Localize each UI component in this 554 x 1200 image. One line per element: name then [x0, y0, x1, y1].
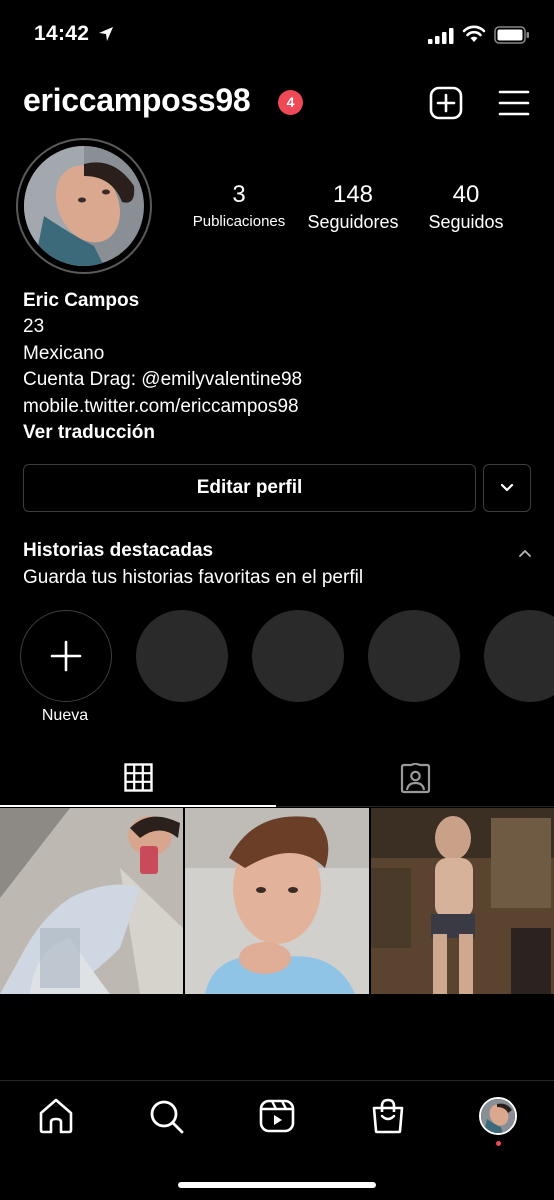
grid-icon — [124, 763, 153, 792]
tab-tagged[interactable] — [276, 750, 554, 808]
stat-label: Seguidores — [307, 212, 399, 232]
highlights-subtitle: Guarda tus historias favoritas en el per… — [23, 567, 364, 588]
stat-value: 3 — [232, 181, 246, 208]
post-image — [371, 808, 554, 994]
plus-icon — [50, 640, 82, 672]
bio-name: Eric Campos — [23, 290, 140, 311]
profile-avatar-ring[interactable] — [16, 138, 152, 274]
menu-icon[interactable] — [498, 88, 530, 118]
battery-icon — [494, 26, 529, 44]
active-tab-indicator — [0, 805, 276, 807]
tab-divider — [276, 806, 554, 807]
post-thumbnail[interactable] — [371, 808, 554, 994]
chevron-up-icon[interactable] — [516, 544, 534, 562]
activity-dot — [496, 1141, 501, 1146]
stat-label: Publicaciones — [192, 213, 286, 230]
highlight-placeholder — [484, 610, 554, 702]
post-image — [185, 808, 369, 994]
highlight-placeholder — [252, 610, 344, 702]
profile-bio: Eric Campos 23 Mexicano Cuenta Drag: @em… — [23, 288, 533, 446]
highlight-placeholder — [136, 610, 228, 702]
profile-avatar — [24, 146, 144, 266]
profile-header: ericcamposs98 4 — [0, 82, 554, 126]
suggested-dropdown-button[interactable] — [483, 464, 531, 512]
post-thumbnail[interactable] — [185, 808, 369, 994]
username-title[interactable]: ericcamposs98 — [23, 82, 251, 119]
bio-line-drag-account[interactable]: Cuenta Drag: @emilyvalentine98 — [23, 367, 533, 393]
search-icon[interactable] — [146, 1096, 186, 1136]
location-arrow-icon — [99, 27, 113, 41]
see-translation-link[interactable]: Ver traducción — [23, 420, 533, 446]
bio-line: 23 — [23, 316, 45, 338]
stat-label: Seguidos — [428, 212, 504, 232]
shop-icon[interactable] — [368, 1096, 408, 1136]
home-indicator — [178, 1182, 376, 1188]
highlights-title: Historias destacadas — [23, 540, 214, 561]
create-post-icon[interactable] — [429, 86, 463, 120]
new-highlight-button[interactable] — [20, 610, 112, 702]
chevron-down-icon — [500, 483, 514, 492]
tab-posts-grid[interactable] — [0, 750, 276, 808]
status-bar: 14:42 — [0, 0, 554, 70]
nav-profile-avatar[interactable] — [479, 1097, 517, 1135]
stat-seguidores[interactable]: 148 Seguidores — [298, 180, 408, 234]
wifi-icon — [462, 25, 486, 42]
stat-publicaciones[interactable]: 3 Publicaciones — [186, 180, 292, 234]
home-icon[interactable] — [36, 1096, 76, 1136]
reels-icon[interactable] — [257, 1096, 297, 1136]
highlight-placeholder — [368, 610, 460, 702]
stat-value: 40 — [452, 181, 480, 208]
notification-badge: 4 — [278, 90, 303, 115]
post-image — [0, 808, 183, 994]
edit-profile-button[interactable]: Editar perfil — [23, 464, 476, 512]
bio-line: Mexicano — [23, 342, 105, 364]
tagged-user-icon — [400, 763, 431, 794]
signal-icon — [428, 28, 454, 44]
bio-link[interactable]: mobile.twitter.com/ericcampos98 — [23, 394, 533, 420]
stat-seguidos[interactable]: 40 Seguidos — [418, 180, 514, 234]
post-thumbnail[interactable] — [0, 808, 183, 994]
stat-value: 148 — [332, 181, 374, 208]
new-highlight-label: Nueva — [41, 707, 89, 724]
status-time: 14:42 — [34, 22, 90, 45]
